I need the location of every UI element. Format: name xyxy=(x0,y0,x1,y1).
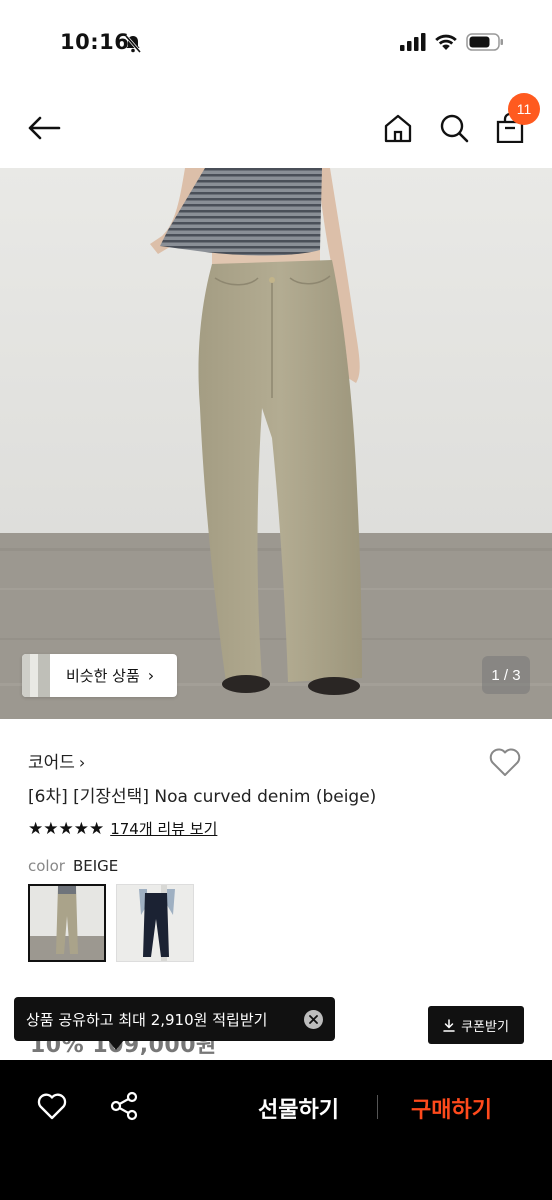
chevron-right-icon: › xyxy=(147,666,155,685)
home-button[interactable] xyxy=(378,108,418,148)
like-button[interactable] xyxy=(36,1090,68,1122)
status-time: 10:16 xyxy=(60,30,130,54)
color-label: color xyxy=(28,857,65,875)
brand-name: 코어드 xyxy=(28,753,75,773)
product-image[interactable]: 비슷한 상품 › 1 / 3 xyxy=(0,168,552,719)
top-nav-header xyxy=(0,88,552,168)
similar-thumbnail xyxy=(22,654,50,697)
divider xyxy=(377,1095,378,1119)
buy-button[interactable]: 구매하기 xyxy=(411,1092,492,1124)
image-page-indicator: 1 / 3 xyxy=(482,656,530,694)
search-button[interactable] xyxy=(434,108,474,148)
back-button[interactable] xyxy=(24,108,64,148)
signal-icon xyxy=(400,33,426,51)
share-icon xyxy=(110,1091,138,1121)
product-photo xyxy=(0,168,552,719)
close-icon xyxy=(309,1015,318,1024)
status-bar: 10:16 xyxy=(0,0,552,88)
bottom-action-bar: 선물하기 구매하기 xyxy=(0,1060,552,1200)
tooltip-close-button[interactable] xyxy=(304,1010,323,1029)
share-button[interactable] xyxy=(108,1090,140,1122)
product-title: [6차] [기장선택] Noa curved denim (beige) xyxy=(28,787,377,807)
brand-link[interactable]: 코어드 › xyxy=(28,748,85,773)
wifi-icon xyxy=(435,34,457,50)
heart-icon xyxy=(37,1093,67,1120)
color-value: BEIGE xyxy=(72,857,119,875)
wishlist-button[interactable] xyxy=(487,744,523,780)
share-reward-tooltip[interactable]: 상품 공유하고 최대 2,910원 적립받기 xyxy=(14,997,335,1041)
tooltip-text: 상품 공유하고 최대 2,910원 적립받기 xyxy=(26,1010,268,1029)
swatch-thumbnail xyxy=(30,886,104,960)
color-swatch-black[interactable] xyxy=(116,884,194,962)
gift-button[interactable]: 선물하기 xyxy=(258,1092,339,1124)
bell-off-icon xyxy=(124,35,142,53)
similar-products-button[interactable]: 비슷한 상품 › xyxy=(22,654,177,697)
download-icon xyxy=(443,1018,455,1032)
similar-products-label: 비슷한 상품 xyxy=(66,667,140,685)
tooltip-arrow xyxy=(108,1040,124,1050)
heart-outline-icon xyxy=(489,748,521,776)
coupon-download-button[interactable]: 쿠폰받기 xyxy=(428,1006,524,1044)
color-swatch-beige[interactable] xyxy=(28,884,106,962)
coupon-label: 쿠폰받기 xyxy=(461,1019,509,1035)
cart-count-badge: 11 xyxy=(508,93,540,125)
review-link[interactable]: 174개 리뷰 보기 xyxy=(110,818,217,839)
back-arrow-icon xyxy=(28,116,61,140)
rating-row: ★★★★★ 174개 리뷰 보기 xyxy=(28,818,217,839)
home-icon xyxy=(384,114,412,143)
search-icon xyxy=(440,114,469,143)
swatch-thumbnail xyxy=(117,885,193,961)
color-row: color BEIGE xyxy=(28,857,118,875)
battery-icon xyxy=(466,33,503,51)
star-rating-icon: ★★★★★ xyxy=(28,818,105,839)
chevron-right-icon: › xyxy=(78,753,86,772)
